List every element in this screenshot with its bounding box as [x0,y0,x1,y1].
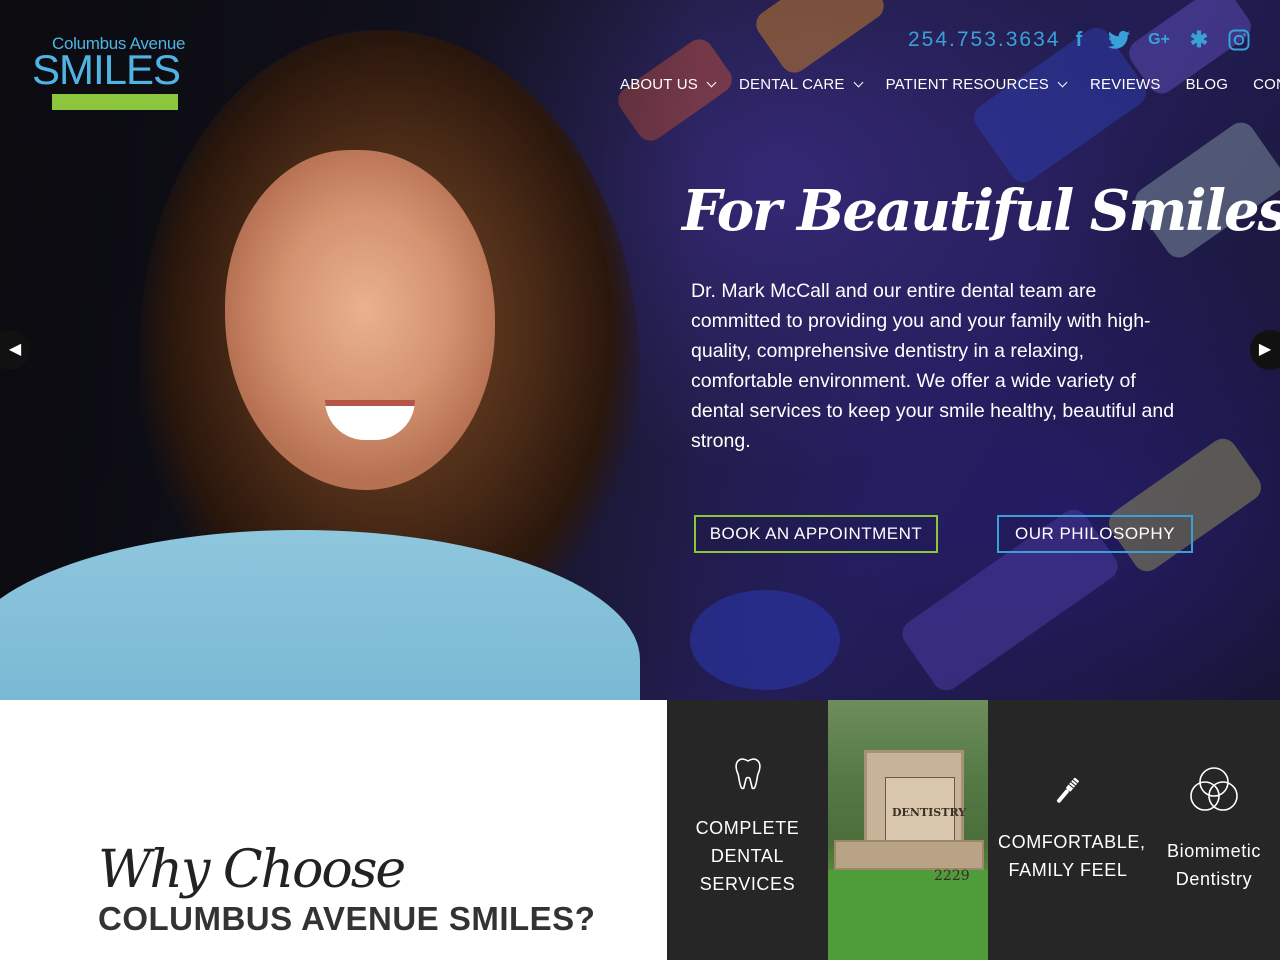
feature-tile-complete-dental[interactable]: COMPLETE DENTAL SERVICES [667,700,828,960]
feature-label: COMFORTABLE, FAMILY FEEL [988,828,1148,884]
nav-item-dental-care[interactable]: DENTAL CARE [739,74,864,96]
feature-label: COMPLETE DENTAL SERVICES [667,814,828,898]
site-logo[interactable]: Columbus Avenue SMILES [32,34,185,114]
nav-label: REVIEWS [1090,76,1161,93]
stained-glass-pane [690,590,840,690]
yelp-icon[interactable]: ✱ [1187,28,1211,52]
nav-item-reviews[interactable]: REVIEWS [1090,74,1161,96]
address-number: 2229 [934,868,970,884]
sign-plate: DENTISTRY [885,777,966,847]
chevron-left-icon: ◀ [8,341,22,358]
our-philosophy-button[interactable]: OUR PHILOSOPHY [997,515,1193,553]
feature-tile-family-feel[interactable]: COMFORTABLE, FAMILY FEEL [988,700,1148,960]
chevron-right-icon: ▶ [1258,341,1272,358]
nav-label: PATIENT RESOURCES [885,76,1050,93]
nav-item-contact[interactable]: CONTACT [1253,74,1280,96]
nav-label: BLOG [1185,76,1229,93]
facebook-icon[interactable]: f [1067,28,1091,52]
phone-link[interactable]: 254.753.3634 [908,28,1060,52]
chevron-down-icon [1057,77,1068,88]
office-sign-photo: DENTISTRY 2229 [828,700,988,960]
hero-description: Dr. Mark McCall and our entire dental te… [691,280,1175,452]
nav-label: DENTAL CARE [739,76,845,93]
chevron-down-icon [706,77,717,88]
chevron-down-icon [853,77,864,88]
logo-underline [52,94,178,110]
logo-title: SMILES [32,46,181,93]
feature-label: Biomimetic Dentistry [1148,837,1280,893]
feature-tile-biomimetic[interactable]: Biomimetic Dentistry [1148,700,1280,960]
nav-item-blog[interactable]: BLOG [1186,74,1228,96]
instagram-icon[interactable] [1227,28,1251,52]
book-appointment-button[interactable]: BOOK AN APPOINTMENT [694,515,938,553]
why-choose-heading: COLUMBUS AVENUE SMILES? [98,900,596,937]
twitter-icon[interactable] [1107,28,1131,52]
nav-item-about-us[interactable]: ABOUT US [620,74,717,96]
why-choose-section: Why Choose COLUMBUS AVENUE SMILES? [0,700,667,960]
biomimetic-knot-icon [1187,764,1241,819]
nav-label: ABOUT US [620,76,699,93]
feature-label-text: COMPLETE DENTAL SERVICES [695,818,800,894]
feature-label-text: Biomimetic Dentistry [1166,841,1261,889]
toothbrush-icon [1053,774,1083,811]
tooth-icon [734,758,762,795]
why-choose-script-heading: Why Choose [98,840,406,900]
hero-title: For Beautiful Smiles ... [682,178,1280,244]
feature-label-text: COMFORTABLE, FAMILY FEEL [998,832,1146,880]
nav-label: CONTACT [1253,76,1280,93]
main-nav: ABOUT US DENTAL CARE PATIENT RESOURCES R… [620,74,1280,96]
hero-slider: Columbus Avenue SMILES 254.753.3634 f G+… [0,0,1280,700]
nav-item-patient-resources[interactable]: PATIENT RESOURCES [885,74,1068,96]
sign-text: DENTISTRY [892,806,967,819]
planter-box [834,840,984,870]
google-plus-icon[interactable]: G+ [1147,28,1171,52]
